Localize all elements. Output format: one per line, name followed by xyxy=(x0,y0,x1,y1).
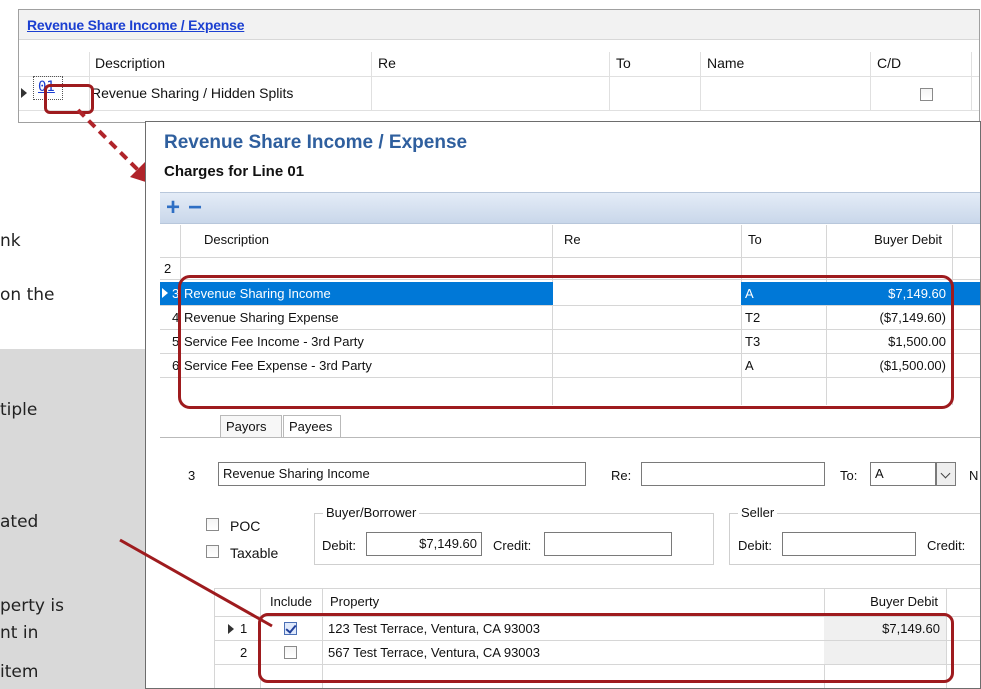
taxable-label: Taxable xyxy=(230,545,279,561)
charges-grid-header: Description Re To Buyer Debit xyxy=(160,225,980,257)
main-grid-caption: Revenue Share Income / Expense xyxy=(19,10,979,40)
property-rows-highlight xyxy=(258,613,954,683)
detail-description-input[interactable]: Revenue Sharing Income xyxy=(218,462,586,486)
charges-toolbar: + − xyxy=(160,192,980,224)
col-header-property[interactable]: Property xyxy=(326,588,626,616)
seller-group-title: Seller xyxy=(738,505,778,520)
charges-window-subtitle: Charges for Line 01 xyxy=(164,163,305,180)
col-header-name[interactable]: Name xyxy=(703,52,863,74)
row-number: 2 xyxy=(240,645,248,660)
table-row[interactable]: Revenue Sharing / Hidden Splits xyxy=(19,76,979,110)
buyer-credit-label: Credit: xyxy=(493,538,532,553)
charge-rows-highlight xyxy=(178,275,954,409)
current-row-indicator xyxy=(21,88,27,98)
property-grid-header: Include Property Buyer Debit xyxy=(214,588,980,616)
row-number: 1 xyxy=(240,621,248,636)
doc-text-fragment: perty is xyxy=(0,596,64,616)
doc-text-fragment: on the xyxy=(0,285,55,305)
main-grid-header: Description Re To Name C/D xyxy=(19,52,979,74)
charges-window-title: Revenue Share Income / Expense xyxy=(164,132,468,153)
add-icon[interactable]: + xyxy=(166,193,180,223)
to-label: To: xyxy=(840,468,858,483)
buyer-borrower-group-title: Buyer/Borrower xyxy=(323,505,420,520)
col-header-buyer-debit[interactable]: Buyer Debit xyxy=(826,588,944,616)
col-header-description[interactable]: Description xyxy=(91,52,371,74)
row-number: 2 xyxy=(164,261,172,276)
main-grid-title-link[interactable]: Revenue Share Income / Expense xyxy=(27,17,245,33)
doc-text-fragment: tiple xyxy=(0,400,38,420)
cd-checkbox[interactable] xyxy=(920,88,933,101)
seller-debit-input[interactable] xyxy=(782,532,916,556)
poc-label: POC xyxy=(230,518,261,534)
re-input[interactable] xyxy=(641,462,825,486)
doc-text-fragment: item xyxy=(0,662,39,682)
trailing-label: N xyxy=(969,468,979,483)
current-row-indicator xyxy=(228,624,234,634)
seller-credit-label: Credit: xyxy=(927,538,966,553)
col-header-description[interactable]: Description xyxy=(200,225,540,257)
detail-line-number: 3 xyxy=(188,468,196,483)
tab-payors[interactable]: Payors xyxy=(220,415,282,437)
col-header-to[interactable]: To xyxy=(744,225,824,257)
col-header-re[interactable]: Re xyxy=(374,52,609,74)
tab-payees[interactable]: Payees xyxy=(283,415,341,437)
doc-text-fragment: ated xyxy=(0,512,39,532)
doc-text-fragment: nk xyxy=(0,231,21,251)
col-header-to[interactable]: To xyxy=(612,52,692,74)
main-grid-window: Revenue Share Income / Expense Descripti… xyxy=(18,9,980,123)
col-header-include[interactable]: Include xyxy=(266,588,322,616)
chevron-down-icon[interactable] xyxy=(936,462,956,486)
taxable-checkbox[interactable] xyxy=(206,545,219,558)
col-header-re[interactable]: Re xyxy=(560,225,720,257)
col-header-buyer-debit[interactable]: Buyer Debit xyxy=(828,225,950,257)
buyer-debit-label: Debit: xyxy=(322,538,356,553)
buyer-debit-input[interactable]: $7,149.60 xyxy=(366,532,482,556)
seller-debit-label: Debit: xyxy=(738,538,772,553)
buyer-credit-input[interactable] xyxy=(544,532,672,556)
remove-icon[interactable]: − xyxy=(188,193,202,223)
doc-text-fragment: nt in xyxy=(0,623,39,643)
poc-checkbox[interactable] xyxy=(206,518,219,531)
to-select[interactable]: A xyxy=(870,462,936,486)
re-label: Re: xyxy=(611,468,632,483)
col-header-cd[interactable]: C/D xyxy=(873,52,963,74)
